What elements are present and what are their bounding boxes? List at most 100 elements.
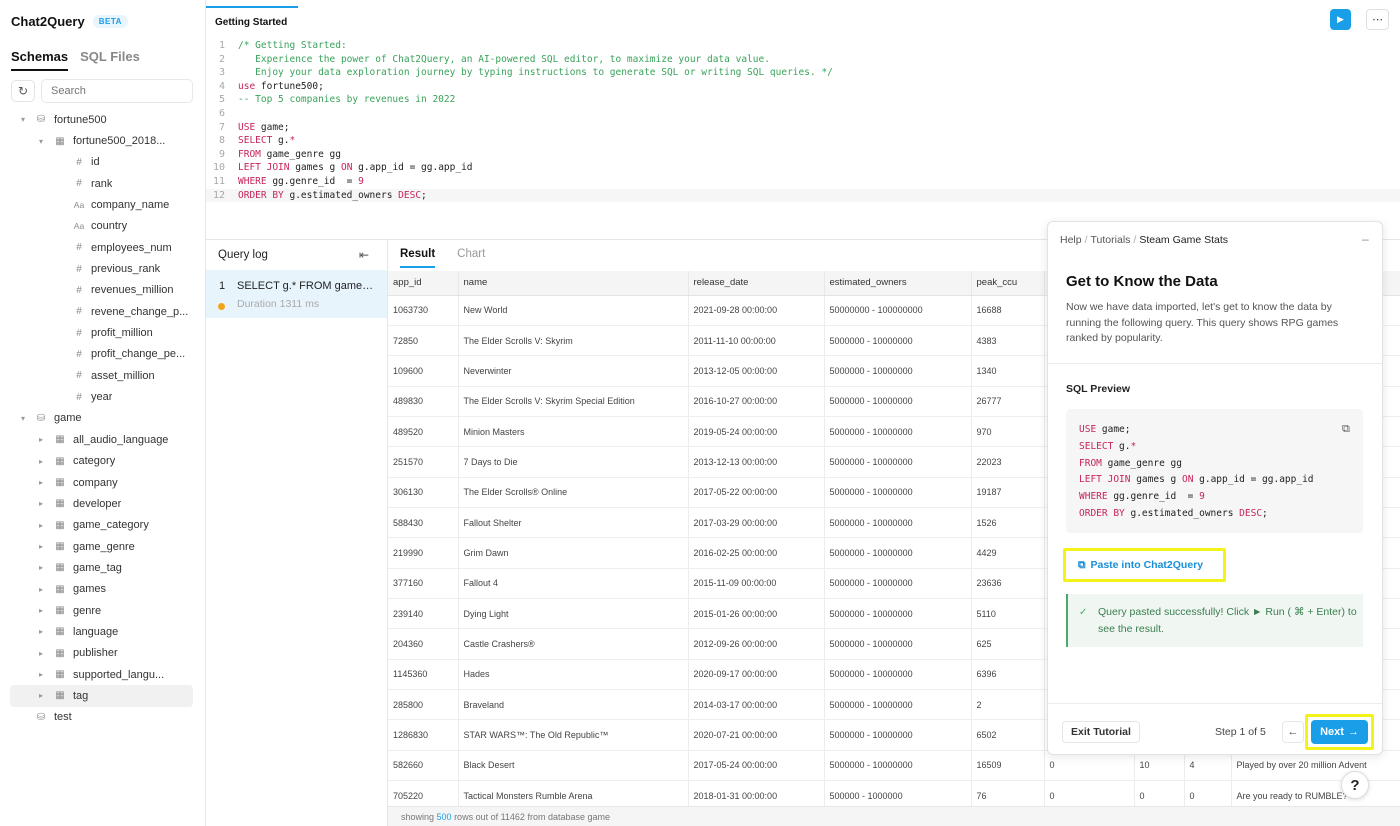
tutorial-heading: Get to Know the Data xyxy=(1066,273,1218,290)
tree-table[interactable]: ▸ ▦ publisher xyxy=(0,643,205,664)
tree-table[interactable]: ▸ ▦ genre xyxy=(0,600,205,621)
query-log-item[interactable]: 1 SELECT g.* FROM game_genre gg LEFT JOI… xyxy=(206,270,387,318)
exit-tutorial-button[interactable]: Exit Tutorial xyxy=(1062,721,1140,743)
footer-divider xyxy=(1048,703,1382,704)
success-text: Query pasted successfully! Click ► Run (… xyxy=(1098,606,1357,635)
table-cell: 2016-10-27 00:00:00 xyxy=(688,386,825,417)
tree-table[interactable]: ▸ ▦ all_audio_language xyxy=(0,429,205,450)
tree-column[interactable]: # employees_num xyxy=(0,237,205,258)
caret-right-icon[interactable]: ▸ xyxy=(36,521,46,530)
caret-right-icon[interactable]: ▸ xyxy=(36,649,46,658)
tree-column[interactable]: Aa company_name xyxy=(0,194,205,215)
line-number: 8 xyxy=(218,135,225,147)
tree-column[interactable]: # profit_change_pe... xyxy=(0,344,205,365)
tree-table[interactable]: ▸ ▦ language xyxy=(0,621,205,642)
previous-button[interactable]: ← xyxy=(1282,721,1304,743)
tree-column[interactable]: # id xyxy=(0,152,205,173)
tree-column[interactable]: # asset_million xyxy=(0,365,205,386)
tree-column[interactable]: Aa country xyxy=(0,216,205,237)
schema-search-input[interactable] xyxy=(41,79,193,103)
column-header[interactable]: estimated_owners xyxy=(824,271,972,296)
tree-database[interactable]: ⛁ test xyxy=(0,707,205,728)
caret-down-icon[interactable]: ▾ xyxy=(18,115,28,124)
breadcrumb-help[interactable]: Help xyxy=(1060,234,1082,246)
table-cell: 306130 xyxy=(388,477,459,508)
tab-sql-files[interactable]: SQL Files xyxy=(80,49,140,71)
copy-icon[interactable]: ⧉ xyxy=(1342,422,1350,436)
caret-right-icon[interactable]: ▸ xyxy=(36,542,46,551)
caret-right-icon[interactable]: ▸ xyxy=(36,627,46,636)
caret-right-icon[interactable]: ▸ xyxy=(36,435,46,444)
tree-label: language xyxy=(73,625,119,638)
more-button[interactable]: ⋯ xyxy=(1366,9,1389,30)
table-cell: 23636 xyxy=(971,568,1045,599)
caret-right-icon[interactable]: ▸ xyxy=(36,691,46,700)
run-button[interactable]: ▶ xyxy=(1330,9,1351,30)
caret-right-icon[interactable]: ▸ xyxy=(36,478,46,487)
tree-table[interactable]: ▸ ▦ company xyxy=(0,472,205,493)
code-text: -- Top 5 companies by revenues in 2022 xyxy=(238,94,456,106)
code-line[interactable]: 8 SELECT g.* xyxy=(206,134,1400,148)
tree-column[interactable]: # previous_rank xyxy=(0,258,205,279)
caret-right-icon[interactable]: ▸ xyxy=(36,585,46,594)
code-line[interactable]: 7 USE game; xyxy=(206,121,1400,135)
sql-editor[interactable]: 1 /* Getting Started: 2 Experience the pow… xyxy=(206,39,1400,203)
code-line[interactable]: 6 xyxy=(206,107,1400,121)
tree-label: tag xyxy=(73,689,89,702)
paste-into-chat2query-button[interactable]: ⧉ Paste into Chat2Query xyxy=(1069,554,1220,576)
tree-table[interactable]: ▸ ▦ games xyxy=(0,579,205,600)
column-header[interactable]: name xyxy=(458,271,689,296)
tree-table[interactable]: ▸ ▦ developer xyxy=(0,493,205,514)
caret-down-icon[interactable]: ▾ xyxy=(36,137,46,146)
refresh-button[interactable]: ↻ xyxy=(11,80,35,102)
table-cell: 1145360 xyxy=(388,659,459,690)
tree-table[interactable]: ▸ ▦ game_genre xyxy=(0,536,205,557)
tree-column[interactable]: # revenues_million xyxy=(0,280,205,301)
code-line[interactable]: 3 Enjoy your data exploration journey by… xyxy=(206,66,1400,80)
table-cell: 6396 xyxy=(971,659,1045,690)
code-line[interactable]: 4 use fortune500; xyxy=(206,80,1400,94)
column-header[interactable]: peak_ccu xyxy=(971,271,1045,296)
tree-database[interactable]: ▾ ⛁ fortune500 xyxy=(0,109,205,130)
status-row-count[interactable]: 500 xyxy=(437,812,452,822)
tab-result[interactable]: Result xyxy=(400,248,436,268)
caret-right-icon[interactable]: ▸ xyxy=(36,457,46,466)
tree-table[interactable]: ▸ ▦ game_tag xyxy=(0,557,205,578)
code-line[interactable]: 12 ORDER BY g.estimated_owners DESC; xyxy=(206,188,1400,203)
code-line[interactable]: 2 Experience the power of Chat2Query, an… xyxy=(206,53,1400,67)
tree-column[interactable]: # rank xyxy=(0,173,205,194)
code-line[interactable]: 9 FROM game_genre gg xyxy=(206,148,1400,162)
breadcrumb-tutorials[interactable]: Tutorials xyxy=(1091,234,1131,246)
tab-getting-started[interactable]: Getting Started xyxy=(206,6,298,34)
tab-chart[interactable]: Chart xyxy=(457,248,485,268)
tree-table[interactable]: ▸ ▦ game_category xyxy=(0,515,205,536)
tree-database[interactable]: ▾ ⛁ game xyxy=(0,408,205,429)
next-button[interactable]: Next → xyxy=(1311,720,1368,744)
text-type-icon: Aa xyxy=(73,221,85,232)
tree-table[interactable]: ▾ ▦ fortune500_2018... xyxy=(0,130,205,151)
tree-column[interactable]: # profit_million xyxy=(0,322,205,343)
tree-column[interactable]: # revene_change_p... xyxy=(0,301,205,322)
caret-right-icon[interactable]: ▸ xyxy=(36,499,46,508)
tab-schemas[interactable]: Schemas xyxy=(11,49,69,71)
tree-table[interactable]: ▸ ▦ supported_langu... xyxy=(0,664,205,685)
tree-table[interactable]: ▸ ▦ tag xyxy=(10,685,193,707)
code-line[interactable]: 5 -- Top 5 companies by revenues in 2022 xyxy=(206,93,1400,107)
help-button[interactable]: ? xyxy=(1341,771,1369,799)
minimize-icon[interactable]: – xyxy=(1362,232,1369,246)
column-header[interactable]: release_date xyxy=(688,271,825,296)
caret-right-icon[interactable]: ▸ xyxy=(36,606,46,615)
brand: Chat2Query BETA xyxy=(11,14,128,29)
code-line[interactable]: 10 LEFT JOIN games g ON g.app_id = gg.app… xyxy=(206,161,1400,175)
caret-right-icon[interactable]: ▸ xyxy=(36,563,46,572)
tree-table[interactable]: ▸ ▦ category xyxy=(0,451,205,472)
caret-down-icon[interactable]: ▾ xyxy=(18,414,28,423)
code-line[interactable]: 11 WHERE gg.genre_id = 9 xyxy=(206,175,1400,189)
code-line[interactable]: 1 /* Getting Started: xyxy=(206,39,1400,53)
caret-right-icon[interactable]: ▸ xyxy=(36,670,46,679)
collapse-icon[interactable]: ⇤ xyxy=(359,248,369,262)
table-cell: 489520 xyxy=(388,416,459,448)
sql-preview-title: SQL Preview xyxy=(1066,383,1131,395)
tree-column[interactable]: # year xyxy=(0,386,205,407)
column-header[interactable]: app_id xyxy=(388,271,459,296)
